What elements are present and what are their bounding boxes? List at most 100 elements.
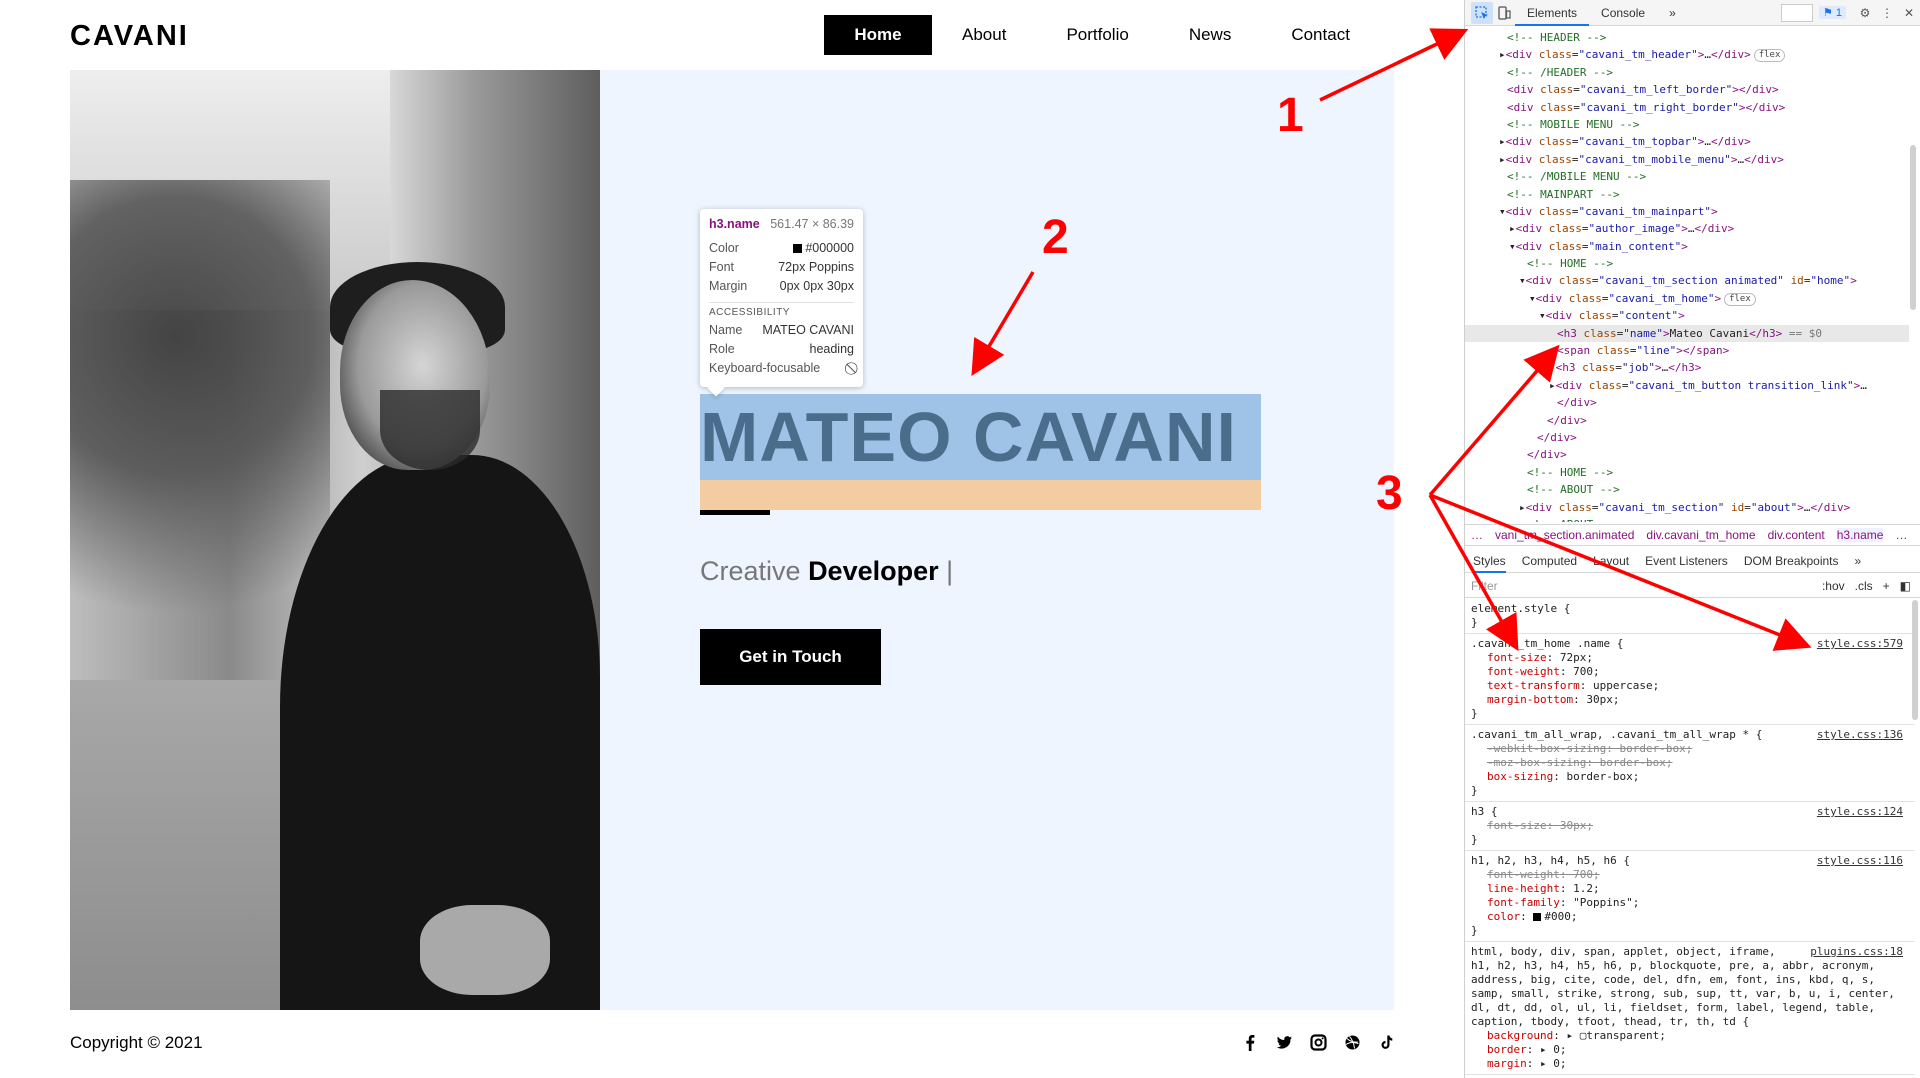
css-rule[interactable]: .cavani_tm_home .name {style.css:579 font… [1465,634,1915,725]
css-declaration[interactable]: font-size: 30px; [1471,819,1909,833]
dom-scrollbar[interactable] [1910,145,1916,310]
dom-node-line[interactable]: <!-- ABOUT --> [1465,516,1909,522]
css-declaration[interactable]: border: ▸ 0; [1471,1043,1909,1057]
dom-node-line[interactable]: <div class="cavani_tm_right_border"></di… [1465,99,1909,116]
css-rule[interactable]: h3 {style.css:124 font-size: 30px;} [1465,802,1915,851]
tab-console[interactable]: Console [1589,0,1657,26]
tab-elements[interactable]: Elements [1515,0,1590,26]
css-declaration[interactable]: font-weight: 700; [1471,868,1909,882]
css-declaration[interactable]: font-weight: 700; [1471,665,1909,679]
instagram-icon[interactable] [1310,1034,1327,1051]
nav-portfolio[interactable]: Portfolio [1036,15,1158,55]
toggle-sidebar-icon[interactable]: ◧ [1900,579,1911,593]
breadcrumb-item[interactable]: div.content [1768,528,1825,542]
styles-pane[interactable]: element.style {} .cavani_tm_home .name {s… [1465,599,1915,1078]
close-icon[interactable]: ✕ [1898,2,1920,24]
filter-input[interactable]: Filter [1471,579,1822,593]
dom-node-line[interactable]: <span class="line"></span> [1465,342,1909,359]
dom-node-line[interactable]: <div class="cavani_tm_left_border"></div… [1465,81,1909,98]
more-tabs-icon[interactable]: » [1657,0,1688,26]
breadcrumb-item[interactable]: … [1895,528,1907,542]
tab--[interactable]: » [1855,549,1862,573]
dribbble-icon[interactable] [1344,1034,1361,1051]
tab-event-listeners[interactable]: Event Listeners [1645,549,1728,573]
css-source-link[interactable]: plugins.css:18 [1810,945,1903,958]
css-declaration[interactable]: background: ▸ ▢transparent; [1471,1029,1909,1043]
tab-dom-breakpoints[interactable]: DOM Breakpoints [1744,549,1839,573]
dom-tree[interactable]: <!-- HEADER --> ▸<div class="cavani_tm_he… [1465,27,1909,522]
breadcrumb-item[interactable]: div.cavani_tm_home [1646,528,1755,542]
dom-node-line[interactable]: ▸<div class="cavani_tm_section" id="abou… [1465,499,1909,516]
dom-node-line[interactable]: ▸<div class="cavani_tm_header">…</div> fl… [1465,46,1909,63]
dom-node-line[interactable]: </div> [1465,446,1909,463]
css-declaration[interactable]: line-height: 1.2; [1471,882,1909,896]
dom-node-line[interactable]: <!-- HEADER --> [1465,29,1909,46]
css-declaration[interactable]: -webkit-box-sizing: border-box; [1471,742,1909,756]
twitter-icon[interactable] [1276,1034,1293,1051]
dom-node-line[interactable]: ▾<div class="cavani_tm_home"> flex [1465,290,1909,307]
settings-gear-icon[interactable]: ⚙ [1854,2,1876,24]
nav-news[interactable]: News [1159,15,1262,55]
dom-node-line[interactable]: <!-- /MOBILE MENU --> [1465,168,1909,185]
dom-node-line[interactable]: ▾<div class="content"> [1465,307,1909,324]
css-source-link[interactable]: style.css:136 [1817,728,1903,741]
dom-node-line[interactable]: ▾<div class="cavani_tm_mainpart"> [1465,203,1909,220]
dom-node-line[interactable]: ▸<h3 class="job">…</h3> [1465,359,1909,376]
device-toolbar-icon[interactable] [1493,2,1515,24]
inspect-element-button[interactable] [1471,1,1493,24]
dom-node-line[interactable]: <!-- MOBILE MENU --> [1465,116,1909,133]
hover-state-toggle[interactable]: :hov [1822,579,1845,593]
css-declaration[interactable]: margin: ▸ 0; [1471,1057,1909,1071]
dom-node-line[interactable]: </div> [1465,429,1909,446]
css-declaration[interactable]: color: #000; [1471,910,1909,924]
dom-node-line[interactable]: <!-- MAINPART --> [1465,186,1909,203]
css-rule[interactable]: h1, h2, h3, h4, h5, h6 {style.css:116 fon… [1465,851,1915,942]
css-selector[interactable]: element.style { [1471,602,1909,616]
css-declaration[interactable]: text-transform: uppercase; [1471,679,1909,693]
tiktok-icon[interactable] [1378,1034,1395,1051]
dom-node-line[interactable]: ▸<div class="cavani_tm_button transition… [1465,377,1909,394]
tab-styles[interactable]: Styles [1473,549,1506,573]
dom-node-line[interactable]: <h3 class="name">Mateo Cavani</h3> == $0 [1465,324,1909,343]
css-source-link[interactable]: style.css:116 [1817,854,1903,867]
dom-node-line[interactable]: ▸<div class="author_image">…</div> [1465,220,1909,237]
new-rule-plus-icon[interactable]: + [1883,579,1890,593]
dom-node-line[interactable]: ▾<div class="main_content"> [1465,238,1909,255]
breadcrumb-item[interactable]: vani_tm_section.animated [1495,528,1634,542]
css-declaration[interactable]: -moz-box-sizing: border-box; [1471,756,1909,770]
dom-node-line[interactable]: <!-- HOME --> [1465,255,1909,272]
nav-contact[interactable]: Contact [1261,15,1380,55]
css-rule[interactable]: element.style {} [1465,599,1915,634]
facebook-icon[interactable] [1242,1034,1259,1051]
color-swatch-icon[interactable] [1533,913,1542,921]
css-rule[interactable]: html, body, div, span, applet, object, i… [1465,942,1915,1075]
css-declaration[interactable]: margin-bottom: 30px; [1471,693,1909,707]
dom-node-line[interactable]: </div> [1465,412,1909,429]
dom-node-line[interactable]: <!-- ABOUT --> [1465,481,1909,498]
breadcrumb[interactable]: … vani_tm_section.animated div.cavani_tm_h… [1465,524,1920,546]
breadcrumb-item[interactable]: h3.name [1836,528,1884,542]
css-rule[interactable]: .cavani_tm_all_wrap, .cavani_tm_all_wrap… [1465,725,1915,802]
messages-badge[interactable]: ⚑ 1 [1818,6,1846,19]
css-declaration[interactable]: font-size: 72px; [1471,651,1909,665]
dom-node-line[interactable]: ▸<div class="cavani_tm_mobile_menu">…</d… [1465,151,1909,168]
dom-node-line[interactable]: ▾<div class="cavani_tm_section animated"… [1465,272,1909,289]
dom-node-line[interactable]: </div> [1465,394,1909,411]
tab-layout[interactable]: Layout [1593,549,1629,573]
styles-scrollbar[interactable] [1912,600,1918,720]
css-declaration[interactable]: box-sizing: border-box; [1471,770,1909,784]
site-logo[interactable]: CAVANI [70,20,189,53]
dom-node-line[interactable]: ▸<div class="cavani_tm_topbar">…</div> [1465,133,1909,150]
more-options-icon[interactable]: ⋮ [1876,2,1898,24]
dom-node-line[interactable]: <!-- HOME --> [1465,464,1909,481]
nav-home[interactable]: Home [824,15,932,55]
issues-counter[interactable] [1780,3,1813,22]
class-toggle[interactable]: .cls [1855,579,1873,593]
css-source-link[interactable]: style.css:579 [1817,637,1903,650]
css-source-link[interactable]: style.css:124 [1817,805,1903,818]
nav-about[interactable]: About [932,15,1036,55]
css-declaration[interactable]: font-family: "Poppins"; [1471,896,1909,910]
get-in-touch-button[interactable]: Get in Touch [700,629,881,685]
tab-computed[interactable]: Computed [1522,549,1577,573]
breadcrumb-item[interactable]: … [1471,528,1483,542]
